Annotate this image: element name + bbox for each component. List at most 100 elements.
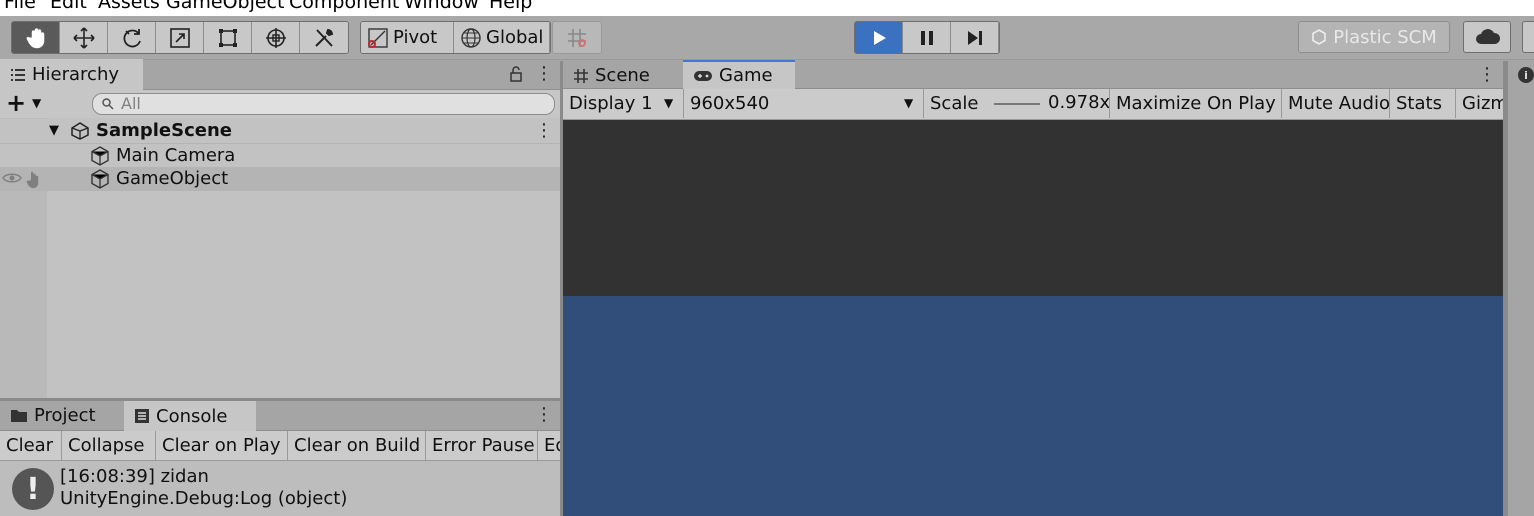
gamepad-icon [693, 69, 713, 83]
plastic-scm-button[interactable]: Plastic SCM [1298, 21, 1450, 53]
gizmos-toggle[interactable]: Gizmos [1456, 89, 1503, 118]
game-view[interactable] [563, 296, 1503, 516]
pivot-toggle[interactable]: Pivot [361, 22, 454, 53]
inspector-panel: i [1508, 61, 1534, 516]
resolution-dropdown[interactable]: 960x540 ▼ [684, 89, 924, 118]
expand-arrow-icon[interactable]: ▼ [49, 123, 59, 138]
menu-help[interactable]: Help [489, 0, 532, 13]
console-menu-icon[interactable]: ⋮ [535, 404, 553, 425]
hierarchy-tab-label: Hierarchy [32, 64, 120, 85]
menu-gameobject[interactable]: GameObject [166, 0, 284, 13]
tab-hierarchy[interactable]: Hierarchy [0, 59, 143, 90]
search-placeholder: All [121, 94, 141, 113]
clear-button[interactable]: Clear [0, 431, 62, 460]
menu-edit[interactable]: Edit [50, 0, 87, 13]
game-toolbar: Display 1 ▼ 960x540 ▼ Scale 0.978x Maxim… [563, 89, 1503, 120]
inspector-info-icon[interactable]: i [1518, 67, 1534, 83]
menu-assets[interactable]: Assets [98, 0, 160, 13]
menu-window[interactable]: Window [404, 0, 479, 13]
editor-button[interactable]: Ed [538, 431, 560, 460]
list-icon [10, 68, 26, 82]
scene-name: SampleScene [96, 120, 232, 141]
rotate-tool-button[interactable] [108, 22, 156, 53]
cube-icon [90, 146, 110, 166]
pick-hand-icon[interactable] [26, 170, 44, 188]
pivot-label: Pivot [393, 27, 438, 48]
global-label: Global [486, 27, 544, 48]
scale-value: 0.978x [1048, 92, 1110, 113]
folder-icon [10, 409, 28, 423]
transform-icon [265, 27, 286, 48]
console-toolbar: Clear Collapse Clear on Play Clear on Bu… [0, 431, 560, 461]
game-tab-label: Game [719, 65, 773, 86]
display-value: Display 1 [569, 93, 653, 114]
custom-tool-button[interactable] [300, 22, 348, 53]
info-icon: ! [12, 468, 54, 510]
tab-scene[interactable]: Scene [563, 61, 681, 90]
log-line-1: [16:08:39] zidan [60, 466, 209, 487]
error-pause-button[interactable]: Error Pause [426, 431, 538, 460]
display-dropdown[interactable]: Display 1 ▼ [563, 89, 684, 118]
play-button[interactable] [855, 22, 903, 53]
unity-scene-icon [70, 121, 90, 141]
hierarchy-search-input[interactable]: All [92, 93, 555, 115]
lock-icon[interactable] [509, 66, 523, 82]
hierarchy-item[interactable]: GameObject [0, 167, 560, 191]
stats-toggle[interactable]: Stats [1390, 89, 1456, 118]
scale-label: Scale [930, 93, 979, 114]
rect-tool-button[interactable] [204, 22, 252, 53]
add-icon[interactable]: + [6, 90, 26, 116]
plastic-label: Plastic SCM [1333, 26, 1437, 48]
cloud-button[interactable] [1463, 21, 1511, 53]
collapse-button[interactable]: Collapse [62, 431, 156, 460]
console-icon [134, 408, 150, 424]
tab-console[interactable]: Console [124, 401, 256, 431]
clear-on-play-button[interactable]: Clear on Play [156, 431, 288, 460]
step-button[interactable] [951, 22, 999, 53]
mute-audio-toggle[interactable]: Mute Audio [1282, 89, 1390, 118]
scene-row[interactable]: ▼ SampleScene ⋮ [0, 119, 560, 143]
scale-tool-button[interactable] [156, 22, 204, 53]
hand-icon [26, 27, 44, 48]
hierarchy-tree: ▼ SampleScene ⋮ Main Camera GameObject [0, 118, 560, 398]
account-button[interactable] [1522, 21, 1534, 53]
clear-on-build-button[interactable]: Clear on Build [288, 431, 426, 460]
console-tab-label: Console [156, 405, 228, 427]
tab-game[interactable]: Game [683, 60, 795, 89]
log-entry[interactable]: ! [16:08:39] zidan UnityEngine.Debug:Log… [0, 461, 560, 516]
scale-slider[interactable]: Scale 0.978x [924, 89, 1110, 118]
grid-snap-group [552, 21, 602, 54]
eye-icon[interactable] [2, 171, 22, 185]
hand-tool-button[interactable] [12, 22, 60, 53]
dropdown-arrow-icon: ▼ [664, 96, 674, 110]
game-tabstrip: Scene Game ⋮ [563, 60, 1503, 90]
add-dropdown-icon[interactable]: ▼ [32, 96, 41, 110]
console-log-list: ! [16:08:39] zidan UnityEngine.Debug:Log… [0, 461, 560, 516]
globe-icon [460, 27, 482, 49]
grid-snap-button[interactable] [553, 22, 601, 53]
global-toggle[interactable]: Global [454, 22, 550, 53]
scene-menu-icon[interactable]: ⋮ [535, 120, 553, 141]
hierarchy-menu-icon[interactable]: ⋮ [535, 63, 553, 84]
plastic-icon [1311, 29, 1327, 45]
search-icon [101, 97, 115, 111]
menu-file[interactable]: File [4, 0, 36, 13]
scale-track[interactable] [994, 103, 1040, 105]
game-menu-icon[interactable]: ⋮ [1478, 64, 1496, 85]
dropdown-arrow-icon: ▼ [904, 96, 914, 110]
scene-tab-label: Scene [595, 65, 650, 86]
play-icon [873, 30, 886, 45]
grid-snap-icon [568, 28, 586, 47]
transform-tool-button[interactable] [252, 22, 300, 53]
move-tool-button[interactable] [60, 22, 108, 53]
resolution-value: 960x540 [690, 93, 770, 114]
pause-button[interactable] [903, 22, 951, 53]
pause-icon [920, 30, 933, 45]
game-viewport-letterbox [563, 120, 1503, 296]
rotate-icon [123, 28, 141, 47]
log-line-2: UnityEngine.Debug:Log (object) [60, 488, 348, 509]
maximize-on-play-toggle[interactable]: Maximize On Play [1110, 89, 1282, 118]
hierarchy-item[interactable]: Main Camera [0, 143, 560, 167]
menu-component[interactable]: Component [289, 0, 399, 13]
tab-project[interactable]: Project [0, 401, 122, 430]
